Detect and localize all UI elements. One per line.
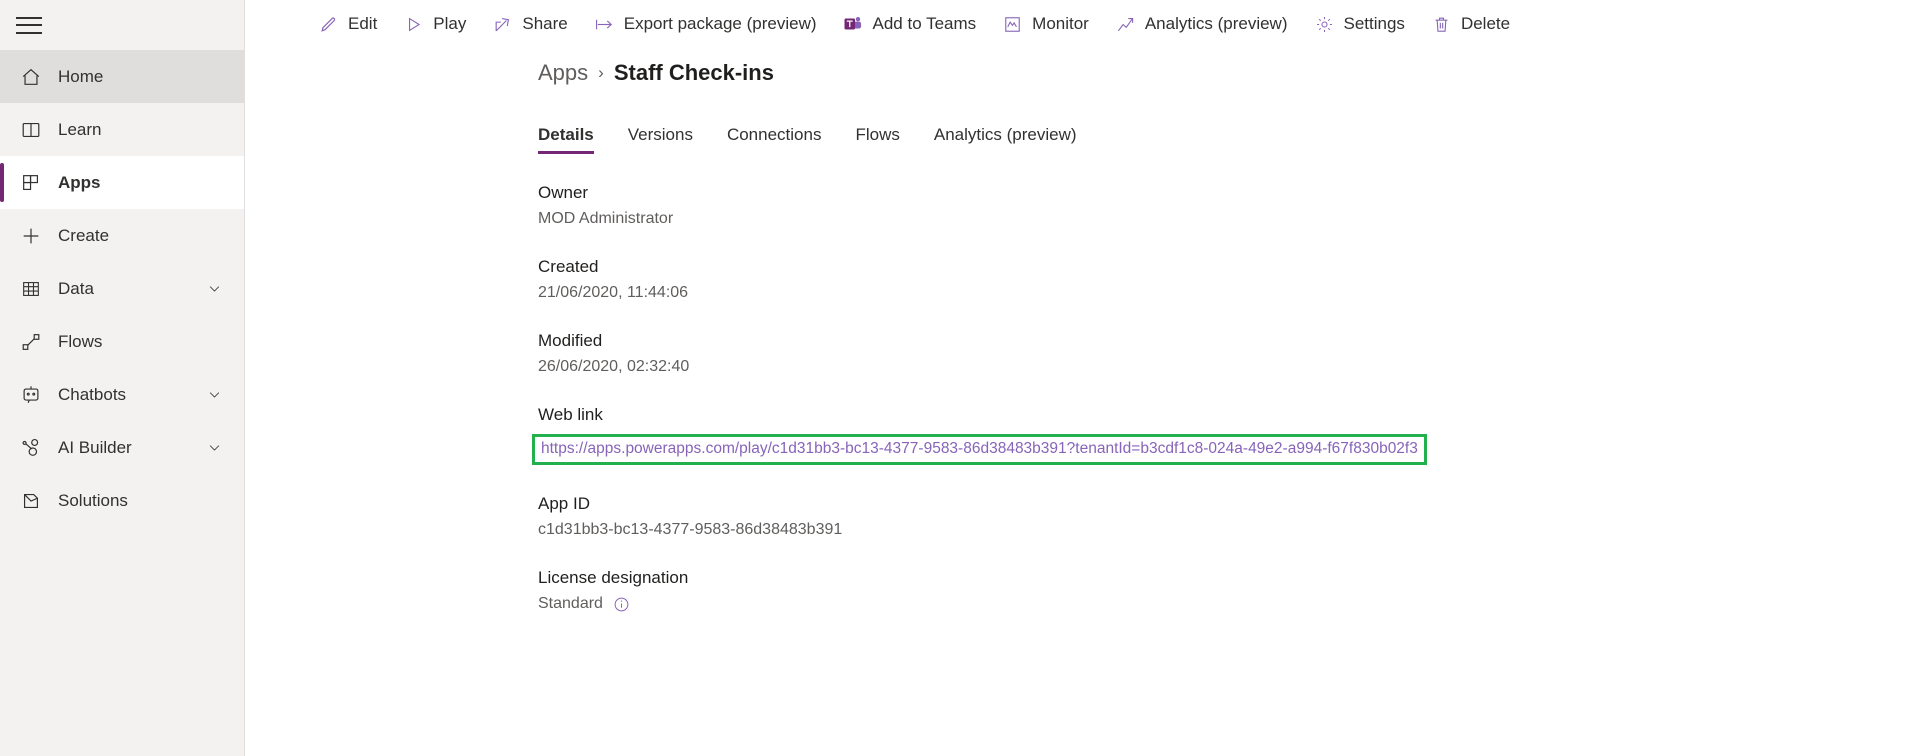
- field-web-link: Web link https://apps.powerapps.com/play…: [532, 405, 1909, 465]
- sidebar-item-learn[interactable]: Learn: [0, 103, 244, 156]
- sidebar-item-label: Apps: [58, 173, 101, 192]
- chevron-down-icon[interactable]: [207, 281, 222, 296]
- solutions-icon: [18, 488, 44, 514]
- monitor-button[interactable]: Monitor: [989, 10, 1102, 39]
- sidebar-item-apps[interactable]: Apps: [0, 156, 244, 209]
- trash-icon: [1431, 14, 1452, 35]
- toolbar-label: Delete: [1460, 14, 1511, 33]
- sidebar-item-chatbots[interactable]: Chatbots: [0, 368, 244, 421]
- powerapps-app-details-page: Home Learn Apps Create Data Flows Chatbo…: [0, 0, 1909, 756]
- field-license-designation: License designation Standard: [538, 568, 1909, 613]
- page-title: Staff Check-ins: [613, 60, 774, 85]
- sidebar-item-label: Learn: [58, 120, 102, 139]
- info-circle-icon[interactable]: [613, 596, 630, 613]
- settings-button[interactable]: Settings: [1301, 10, 1418, 39]
- export-package-button[interactable]: Export package (preview): [581, 10, 830, 39]
- play-triangle-icon: [403, 14, 424, 35]
- license-value: Standard: [538, 595, 603, 612]
- tab-analytics[interactable]: Analytics (preview): [934, 125, 1077, 154]
- command-bar: Edit Play Share Export package (preview)…: [245, 0, 1909, 48]
- toolbar-label: Analytics (preview): [1144, 14, 1288, 33]
- modified-label: Modified: [538, 331, 603, 350]
- modified-value: 26/06/2020, 02:32:40: [538, 358, 690, 375]
- created-value: 21/06/2020, 11:44:06: [538, 284, 689, 301]
- breadcrumb: Apps › Staff Check-ins: [538, 60, 1909, 86]
- book-icon: [18, 117, 44, 143]
- toolbar-label: Monitor: [1032, 14, 1089, 33]
- export-arrow-icon: [594, 14, 615, 35]
- toolbar-label: Share: [522, 14, 568, 33]
- plus-icon: [18, 223, 44, 249]
- toolbar-label: Export package (preview): [623, 14, 817, 33]
- web-link-highlight-box: https://apps.powerapps.com/play/c1d31bb3…: [532, 434, 1427, 465]
- gear-icon: [1314, 14, 1335, 35]
- share-arrow-icon: [492, 14, 513, 35]
- created-label: Created: [538, 257, 599, 276]
- owner-value: MOD Administrator: [538, 210, 674, 227]
- sidebar-item-flows[interactable]: Flows: [0, 315, 244, 368]
- toolbar-label: Settings: [1343, 14, 1405, 33]
- hamburger-row: [0, 0, 244, 50]
- apps-grid-icon: [18, 170, 44, 196]
- sidebar-item-label: Chatbots: [58, 385, 127, 404]
- table-icon: [18, 276, 44, 302]
- sidebar-item-label: AI Builder: [58, 438, 132, 457]
- license-label: License designation: [538, 568, 689, 587]
- sidebar-item-label: Home: [58, 67, 104, 86]
- field-created: Created 21/06/2020, 11:44:06: [538, 257, 1909, 302]
- license-row: Standard: [538, 595, 1909, 613]
- field-owner: Owner MOD Administrator: [538, 183, 1909, 228]
- tab-connections[interactable]: Connections: [727, 125, 822, 154]
- app-id-value: c1d31bb3-bc13-4377-9583-86d38483b391: [538, 521, 843, 538]
- owner-label: Owner: [538, 183, 589, 202]
- sidebar-item-label: Flows: [58, 332, 103, 351]
- app-id-label: App ID: [538, 494, 590, 513]
- tab-versions[interactable]: Versions: [628, 125, 693, 154]
- delete-button[interactable]: Delete: [1418, 10, 1523, 39]
- analytics-line-icon: [1115, 14, 1136, 35]
- web-link-label: Web link: [538, 405, 603, 424]
- main-content-area: Edit Play Share Export package (preview)…: [245, 0, 1909, 756]
- sidebar-item-ai-builder[interactable]: AI Builder: [0, 421, 244, 474]
- tab-details[interactable]: Details: [538, 125, 594, 154]
- add-to-teams-button[interactable]: Add to Teams: [830, 10, 990, 39]
- share-button[interactable]: Share: [479, 10, 580, 39]
- chevron-down-icon[interactable]: [207, 387, 222, 402]
- toolbar-label: Add to Teams: [872, 14, 977, 33]
- sidebar-item-create[interactable]: Create: [0, 209, 244, 262]
- tab-list: Details Versions Connections Flows Analy…: [538, 125, 1909, 154]
- sidebar-item-label: Solutions: [58, 491, 128, 510]
- web-link-value[interactable]: https://apps.powerapps.com/play/c1d31bb3…: [541, 440, 1418, 457]
- left-navigation-sidebar: Home Learn Apps Create Data Flows Chatbo…: [0, 0, 245, 756]
- breadcrumb-separator-icon: ›: [598, 63, 604, 82]
- sidebar-item-solutions[interactable]: Solutions: [0, 474, 244, 527]
- field-app-id: App ID c1d31bb3-bc13-4377-9583-86d38483b…: [538, 494, 1909, 539]
- tab-flows[interactable]: Flows: [855, 125, 899, 154]
- monitor-chart-icon: [1002, 14, 1023, 35]
- sidebar-item-label: Create: [58, 226, 110, 245]
- sidebar-item-label: Data: [58, 279, 94, 298]
- flow-icon: [18, 329, 44, 355]
- edit-button[interactable]: Edit: [305, 10, 390, 39]
- chatbot-icon: [18, 382, 44, 408]
- toolbar-label: Edit: [348, 14, 378, 33]
- toolbar-label: Play: [433, 14, 467, 33]
- sidebar-item-home[interactable]: Home: [0, 50, 244, 103]
- chevron-down-icon[interactable]: [207, 440, 222, 455]
- teams-icon: [843, 14, 864, 35]
- analytics-button[interactable]: Analytics (preview): [1102, 10, 1301, 39]
- play-button[interactable]: Play: [390, 10, 479, 39]
- home-icon: [18, 64, 44, 90]
- field-modified: Modified 26/06/2020, 02:32:40: [538, 331, 1909, 376]
- sidebar-item-data[interactable]: Data: [0, 262, 244, 315]
- hamburger-menu-icon[interactable]: [16, 16, 42, 34]
- pencil-icon: [318, 14, 339, 35]
- breadcrumb-apps-link[interactable]: Apps: [538, 60, 588, 86]
- ai-builder-icon: [18, 435, 44, 461]
- details-content: Apps › Staff Check-ins Details Versions …: [245, 48, 1909, 613]
